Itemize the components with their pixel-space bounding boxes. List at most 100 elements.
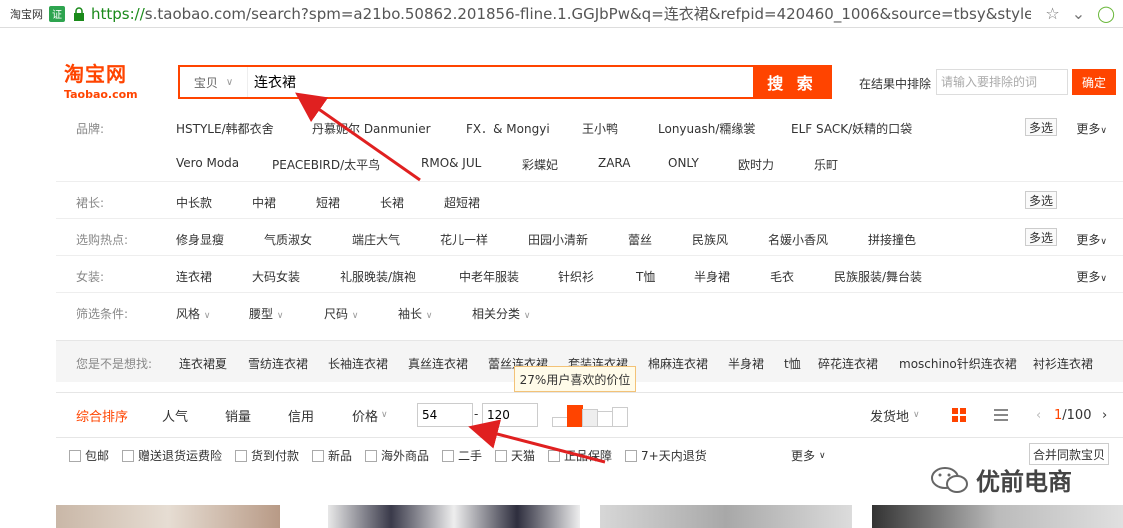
hot-item[interactable]: 气质淑女 — [264, 231, 312, 248]
hot-item[interactable]: 花儿一样 — [440, 231, 488, 248]
checkbox-return-insurance[interactable]: 赠送退货运费险 — [122, 447, 222, 464]
next-page-icon[interactable]: › — [1102, 393, 1107, 437]
chevron-down-icon: ∨ — [425, 311, 433, 321]
star-icon[interactable]: ☆ — [1045, 4, 1059, 23]
brand-item[interactable]: FX．& Mongyi — [466, 120, 550, 137]
length-item[interactable]: 短裙 — [316, 194, 340, 211]
multi-select-button[interactable]: 多选 — [1025, 191, 1057, 209]
brand-item[interactable]: 彩蝶妃 — [522, 156, 558, 173]
suggestion-link[interactable]: 衬衫连衣裙 — [1033, 355, 1093, 372]
condition-label: 风格 — [176, 307, 201, 321]
page-header: 淘宝网 Taobao.com 宝贝 ∨ 连衣裙 搜 索 在结果中排除 请输入要排… — [56, 56, 1123, 106]
women-item[interactable]: 大码女装 — [252, 268, 300, 285]
url-field[interactable]: https://s.taobao.com/search?spm=a21bo.50… — [91, 3, 1031, 24]
condition-dropdown[interactable]: 相关分类 ∨ — [472, 305, 530, 322]
more-button[interactable]: 更多∨ — [1076, 120, 1107, 137]
extension-icon[interactable]: ◯ — [1097, 4, 1115, 23]
checkbox-7day-return[interactable]: 7+天内退货 — [625, 447, 707, 464]
price-distribution-graph[interactable] — [552, 405, 630, 427]
product-thumbnail[interactable] — [872, 505, 1123, 528]
product-thumbnail[interactable] — [56, 505, 280, 528]
women-item[interactable]: 半身裙 — [694, 268, 730, 285]
multi-select-button[interactable]: 多选 — [1025, 118, 1057, 136]
page-indicator: 1/100 — [1054, 393, 1091, 437]
exclude-input[interactable]: 请输入要排除的词 — [936, 69, 1068, 95]
condition-dropdown[interactable]: 腰型 ∨ — [249, 305, 283, 322]
multi-select-button[interactable]: 多选 — [1025, 228, 1057, 246]
chevron-down-icon[interactable]: ⌄ — [1072, 4, 1085, 23]
suggestion-link[interactable]: 长袖连衣裙 — [328, 355, 388, 372]
ship-from-dropdown[interactable]: 发货地 ∨ — [870, 393, 920, 437]
product-thumbnail[interactable] — [328, 505, 580, 528]
checkbox-genuine[interactable]: 正品保障 — [548, 447, 612, 464]
women-item[interactable]: 连衣裙 — [176, 268, 212, 285]
search-input[interactable]: 连衣裙 — [248, 72, 800, 92]
taobao-logo[interactable]: 淘宝网 Taobao.com — [64, 58, 164, 104]
women-item[interactable]: 中老年服装 — [459, 268, 519, 285]
more-button[interactable]: 更多∨ — [1076, 231, 1107, 248]
length-item[interactable]: 长裙 — [380, 194, 404, 211]
brand-item[interactable]: 乐町 — [814, 156, 838, 173]
grid-view-icon[interactable] — [952, 393, 966, 437]
suggestion-link[interactable]: 连衣裙夏 — [179, 355, 227, 372]
checkbox-tmall[interactable]: 天猫 — [495, 447, 535, 464]
suggestion-link[interactable]: 棉麻连衣裙 — [648, 355, 708, 372]
brand-item[interactable]: Lonyuash/糥缘裳 — [658, 120, 755, 137]
condition-dropdown[interactable]: 袖长 ∨ — [398, 305, 432, 322]
attribute-filters: 品牌: HSTYLE/韩都衣舍 丹慕妮尔 Danmunier FX．& Mong… — [56, 108, 1123, 331]
hot-item[interactable]: 名媛小香风 — [768, 231, 828, 248]
sort-tab-sales[interactable]: 销量 — [225, 393, 251, 437]
brand-item[interactable]: HSTYLE/韩都衣舍 — [176, 120, 274, 137]
hot-item[interactable]: 端庄大气 — [352, 231, 400, 248]
brand-item[interactable]: 王小鸭 — [582, 120, 618, 137]
condition-dropdown[interactable]: 风格 ∨ — [176, 305, 210, 322]
brand-item[interactable]: 欧时力 — [738, 156, 774, 173]
checkbox-cod[interactable]: 货到付款 — [235, 447, 299, 464]
list-view-icon[interactable] — [994, 393, 1008, 437]
more-button[interactable]: 更多∨ — [791, 447, 826, 464]
brand-item[interactable]: Vero Moda — [176, 156, 239, 170]
suggestion-link[interactable]: moschino针织连衣裙 — [899, 355, 1017, 372]
women-item[interactable]: 民族服装/舞台装 — [834, 268, 922, 285]
hot-item[interactable]: 蕾丝 — [628, 231, 652, 248]
suggestion-link[interactable]: 真丝连衣裙 — [408, 355, 468, 372]
women-item[interactable]: 针织衫 — [558, 268, 594, 285]
exclude-confirm-button[interactable]: 确定 — [1072, 69, 1116, 95]
checkbox-secondhand[interactable]: 二手 — [442, 447, 482, 464]
length-item[interactable]: 超短裙 — [444, 194, 480, 211]
brand-item[interactable]: ZARA — [598, 156, 631, 170]
suggestion-link[interactable]: t恤 — [784, 355, 801, 372]
suggestion-link[interactable]: 碎花连衣裙 — [818, 355, 878, 372]
hot-item[interactable]: 修身显瘦 — [176, 231, 224, 248]
sort-tab-default[interactable]: 综合排序 — [76, 393, 128, 437]
hot-item[interactable]: 田园小清新 — [528, 231, 588, 248]
length-item[interactable]: 中长款 — [176, 194, 212, 211]
product-thumbnail[interactable] — [600, 505, 852, 528]
suggestion-link[interactable]: 半身裙 — [728, 355, 764, 372]
sort-tab-price[interactable]: 价格 ∨ — [352, 393, 388, 437]
search-type-select[interactable]: 宝贝 ∨ — [180, 67, 248, 97]
brand-item[interactable]: ELF SACK/妖精的口袋 — [791, 120, 912, 137]
checkbox-new[interactable]: 新品 — [312, 447, 352, 464]
suggestion-link[interactable]: 雪纺连衣裙 — [248, 355, 308, 372]
women-item[interactable]: 礼服晚装/旗袍 — [340, 268, 416, 285]
search-button[interactable]: 搜 索 — [753, 65, 831, 99]
condition-dropdown[interactable]: 尺码 ∨ — [324, 305, 358, 322]
price-min-input[interactable]: 54 — [417, 403, 473, 427]
women-item[interactable]: T恤 — [636, 268, 655, 285]
checkbox-overseas[interactable]: 海外商品 — [365, 447, 429, 464]
hot-item[interactable]: 民族风 — [692, 231, 728, 248]
sort-tab-credit[interactable]: 信用 — [288, 393, 314, 437]
prev-page-icon[interactable]: ‹ — [1036, 393, 1041, 437]
checkbox-free-shipping[interactable]: 包邮 — [69, 447, 109, 464]
sort-tab-popularity[interactable]: 人气 — [162, 393, 188, 437]
hot-item[interactable]: 拼接撞色 — [868, 231, 916, 248]
price-max-input[interactable]: 120 — [482, 403, 538, 427]
brand-item[interactable]: RMO& JUL — [421, 156, 481, 170]
brand-item[interactable]: PEACEBIRD/太平鸟 — [272, 156, 380, 173]
brand-item[interactable]: ONLY — [668, 156, 699, 170]
brand-item[interactable]: 丹慕妮尔 Danmunier — [312, 120, 431, 137]
more-button[interactable]: 更多∨ — [1076, 268, 1107, 285]
length-item[interactable]: 中裙 — [252, 194, 276, 211]
women-item[interactable]: 毛衣 — [770, 268, 794, 285]
